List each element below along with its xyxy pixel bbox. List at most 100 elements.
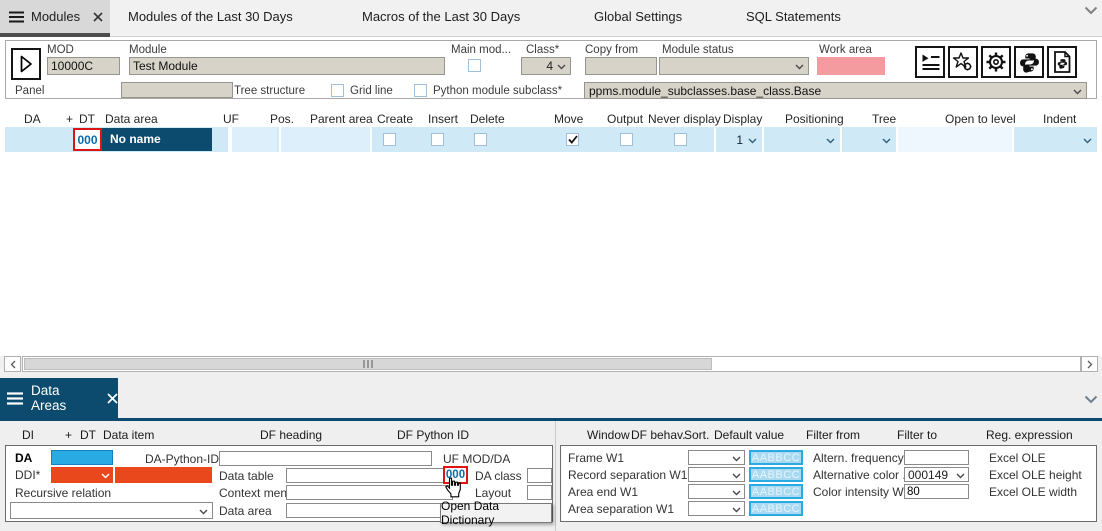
context-menu-field[interactable] — [286, 485, 453, 500]
da-key-field[interactable] — [51, 450, 113, 465]
data-item-form-right: Frame W1 AABBCC Altern. frequency Excel … — [560, 445, 1097, 522]
output-checkbox[interactable] — [620, 133, 633, 146]
main-mod-checkbox[interactable] — [468, 59, 481, 72]
play-icon — [19, 55, 33, 73]
display-select[interactable]: 1 — [714, 127, 762, 152]
area-end-w1-color-swatch[interactable]: AABBCC — [749, 484, 803, 499]
hamburger-icon[interactable] — [7, 392, 23, 405]
col-di: DI — [22, 428, 34, 442]
star-gear-icon[interactable] — [948, 46, 978, 78]
da-python-id-field[interactable] — [219, 451, 432, 466]
tab-sql-statements[interactable]: SQL Statements — [746, 9, 841, 24]
record-separation-w1-select[interactable] — [688, 467, 745, 482]
chevron-down-icon — [732, 451, 741, 465]
data-area-row[interactable]: 000 No name 1 — [5, 127, 1097, 152]
chevron-down-icon[interactable] — [1084, 393, 1098, 407]
col-plus[interactable]: + — [66, 112, 73, 126]
da-class-field[interactable] — [527, 468, 552, 483]
python-subclass-select[interactable]: ppms.module_subclasses.base_class.Base — [584, 82, 1087, 99]
scrollbar-track[interactable] — [22, 356, 1081, 372]
col-df-heading: DF heading — [260, 428, 322, 442]
python-icon[interactable] — [1014, 46, 1044, 78]
ddi-select[interactable] — [51, 467, 113, 483]
positioning-select[interactable] — [762, 127, 840, 152]
module-status-label: Module status — [662, 44, 734, 56]
mod-field[interactable] — [47, 57, 120, 75]
data-table-field[interactable] — [286, 468, 462, 483]
chevron-down-icon — [956, 468, 965, 482]
col-delete: Delete — [470, 112, 505, 126]
col-plus[interactable]: + — [65, 428, 72, 442]
run-list-icon[interactable] — [915, 46, 945, 78]
close-icon[interactable] — [107, 393, 118, 404]
col-df-python-id: DF Python ID — [397, 428, 469, 442]
data-area-grid-header: DA + DT Data area UF Pos. Parent area Cr… — [0, 110, 1102, 127]
mod-label: MOD — [47, 44, 74, 56]
chevron-down-icon[interactable] — [1084, 4, 1098, 18]
indent-select[interactable] — [1012, 127, 1097, 152]
area-end-w1-select[interactable] — [688, 484, 745, 499]
alternative-color-select[interactable]: 000149 — [904, 467, 969, 482]
panel-field[interactable] — [121, 82, 233, 98]
scroll-left-button[interactable] — [4, 356, 21, 372]
altern-frequency-field[interactable] — [904, 450, 969, 465]
panel-label: Panel — [15, 85, 44, 97]
open-to-level-cell[interactable] — [896, 127, 1012, 152]
record-separation-w1-color-swatch[interactable]: AABBCC — [749, 467, 803, 482]
python-subclass-checkbox[interactable] — [414, 84, 427, 97]
delete-checkbox[interactable] — [474, 133, 487, 146]
move-checkbox[interactable] — [566, 133, 579, 146]
grid-line-label: Grid line — [350, 85, 393, 97]
da-label: DA — [15, 451, 32, 465]
module-field[interactable] — [129, 57, 445, 75]
area-separation-w1-color-swatch[interactable]: AABBCC — [749, 501, 803, 516]
work-area-field[interactable] — [817, 57, 885, 75]
pane-splitter[interactable] — [555, 421, 556, 531]
data-area-name-cell[interactable]: No name — [102, 128, 212, 151]
copy-from-field[interactable] — [585, 57, 657, 75]
pos-cell[interactable] — [230, 127, 277, 152]
col-display: Display — [723, 112, 762, 126]
color-intensity-w1-label: Color intensity W1 — [813, 485, 910, 499]
ddi-field[interactable] — [115, 467, 212, 483]
close-icon[interactable] — [93, 12, 103, 22]
chevron-left-icon — [10, 360, 16, 369]
col-filter-from: Filter from — [806, 428, 860, 442]
col-uf: UF — [223, 112, 239, 126]
insert-checkbox[interactable] — [431, 133, 444, 146]
area-separation-w1-select[interactable] — [688, 501, 745, 516]
python-file-icon[interactable] — [1047, 46, 1077, 78]
tab-data-areas[interactable]: Data Areas — [0, 378, 118, 418]
frame-w1-color-swatch[interactable]: AABBCC — [749, 450, 803, 465]
tab-modules[interactable]: Modules — [0, 0, 110, 33]
data-areas-tab-bar: Data Areas — [0, 373, 1102, 418]
tab-modules-last-30-days[interactable]: Modules of the Last 30 Days — [128, 9, 293, 24]
class-label: Class* — [526, 44, 559, 56]
scroll-right-button[interactable] — [1081, 356, 1098, 372]
hamburger-icon[interactable] — [9, 11, 24, 23]
recursive-relation-select[interactable] — [10, 502, 213, 519]
settings-gear-icon[interactable] — [981, 46, 1011, 78]
tree-structure-label: Tree structure — [234, 85, 305, 97]
color-intensity-w1-field[interactable] — [904, 484, 969, 499]
area-separation-w1-label: Area separation W1 — [568, 502, 674, 516]
run-module-button[interactable] — [11, 48, 41, 80]
never-display-checkbox[interactable] — [674, 133, 687, 146]
module-status-select[interactable] — [659, 57, 809, 75]
tree-select[interactable] — [840, 127, 896, 152]
create-checkbox[interactable] — [383, 133, 396, 146]
tab-global-settings[interactable]: Global Settings — [594, 9, 682, 24]
altern-frequency-label: Altern. frequency — [813, 451, 904, 465]
layout-field[interactable] — [527, 485, 552, 500]
parent-area-cell[interactable] — [279, 127, 372, 152]
uf-mod-da-label: UF MOD/DA — [443, 452, 510, 466]
col-tree: Tree — [872, 112, 896, 126]
frame-w1-select[interactable] — [688, 450, 745, 465]
display-value: 1 — [736, 133, 743, 147]
grid-line-checkbox[interactable] — [331, 84, 344, 97]
dt-key-cell[interactable]: 000 — [73, 128, 102, 151]
data-area-field[interactable] — [286, 503, 453, 518]
class-select[interactable]: 4 — [521, 57, 571, 75]
scrollbar-thumb[interactable] — [24, 358, 712, 370]
tab-macros-last-30-days[interactable]: Macros of the Last 30 Days — [362, 9, 520, 24]
